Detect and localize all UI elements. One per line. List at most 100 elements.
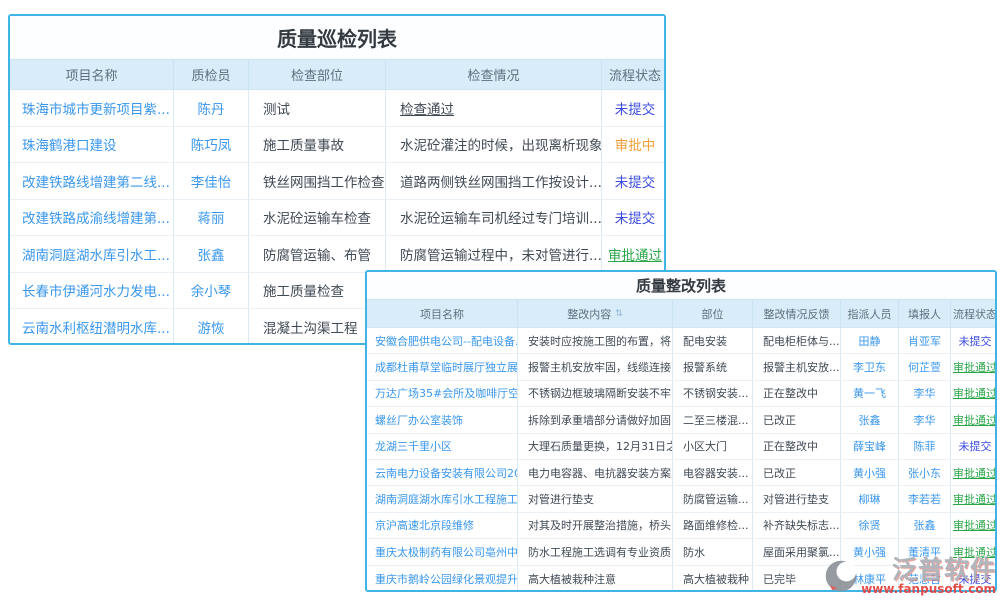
rectification-table: 质量整改列表 项目名称 整改内容 ⇅ 部位整改情况反馈指派人员填报人流程状态 安徽合肥… [365,270,997,592]
assignee-name[interactable]: 黄一飞 [841,381,899,406]
table-row: 云南电力设备安装有限公司20...电力电容器、电抗器安装方案,...电容器安装.… [367,460,995,486]
project-name-link[interactable]: 万达广场35#会所及咖啡厅空... [367,381,518,406]
workflow-status[interactable]: 审批通过 [602,236,666,272]
column-header-part: 部位 [673,300,753,327]
project-name-link[interactable]: 安徽合肥供电公司--配电设备... [367,328,518,353]
column-header-label: 流程状态 [609,65,661,84]
workflow-status[interactable]: 审批通过 [951,513,997,538]
table-row: 珠海市城市更新项目紫...陈丹测试检查通过未提交 [10,90,664,127]
workflow-status[interactable]: 审批通过 [951,460,997,485]
column-header-inspection-part: 检查部位 [249,60,386,89]
inspection-table-title: 质量巡检列表 [10,16,664,60]
inspection-situation[interactable]: 检查通过 [386,90,602,126]
table-row: 改建铁路线增建第二线...李佳怡铁丝网围挡工作检查道路两侧铁丝网围挡工作按设计.… [10,163,664,200]
inspector-name[interactable]: 李佳怡 [174,163,249,199]
table-row: 珠海鹤港口建设陈巧凤施工质量事故水泥砼灌注的时候，出现离析现象审批中 [10,127,664,164]
column-header-label: 检查情况 [467,65,519,84]
workflow-status[interactable]: 审批通过 [951,381,997,406]
table-row: 京沪高速北京段维修对其及时开展整治措施，桥头...路面维修检...补齐缺失标志.… [367,513,995,539]
rectification-content: 报警主机安放牢固，线缆连接... [518,354,673,379]
assignee-name[interactable]: 徐贤 [841,513,899,538]
rectification-content: 对管进行垫支 [518,486,673,511]
project-name-link[interactable]: 云南水利枢纽潜明水库... [10,309,174,345]
feedback: 已改正 [753,460,841,485]
reporter-name[interactable]: 张小东 [899,460,951,485]
feedback: 正在整改中 [753,434,841,459]
inspector-name[interactable]: 游恢 [174,309,249,345]
column-header-label: 整改内容 [567,306,611,322]
project-name-link[interactable]: 云南电力设备安装有限公司20... [367,460,518,485]
rectification-header-row: 项目名称 整改内容 ⇅ 部位整改情况反馈指派人员填报人流程状态 [367,300,995,328]
rectification-content: 拆除到承重墙部分请做好加固... [518,407,673,432]
inspection-header-row: 项目名称质检员检查部位检查情况流程状态 [10,60,664,90]
column-header-label: 项目名称 [420,306,464,322]
column-header-workflow-status: 流程状态 [602,60,666,89]
project-name-link[interactable]: 湖南洞庭湖水库引水工... [10,236,174,272]
part: 路面维修检... [673,513,753,538]
project-name-link[interactable]: 珠海市城市更新项目紫... [10,90,174,126]
project-name-link[interactable]: 成都杜甫草堂临时展厅独立展... [367,354,518,379]
project-name-link[interactable]: 改建铁路成渝线增建第... [10,200,174,236]
fanpu-logo-icon [823,558,859,594]
assignee-name[interactable]: 李卫东 [841,354,899,379]
reporter-name[interactable]: 何芷萱 [899,354,951,379]
column-header-workflow-status: 流程状态 [951,300,997,327]
project-name-link[interactable]: 珠海鹤港口建设 [10,127,174,163]
workflow-status[interactable]: 未提交 [951,328,997,353]
workflow-status[interactable]: 审批通过 [951,407,997,432]
assignee-name[interactable]: 黄小强 [841,460,899,485]
workflow-status[interactable]: 未提交 [602,90,666,126]
column-header-rectification-content: 整改内容 ⇅ [518,300,673,327]
part: 高大植被栽种 [673,566,753,592]
column-header-feedback: 整改情况反馈 [753,300,841,327]
rectification-content: 安装时应按施工图的布置，将... [518,328,673,353]
table-row: 龙湖三千里小区大理石质量更换，12月31日之...小区大门正在整改中薛宝峰陈菲未… [367,434,995,460]
project-name-link[interactable]: 龙湖三千里小区 [367,434,518,459]
project-name-link[interactable]: 京沪高速北京段维修 [367,513,518,538]
project-name-link[interactable]: 改建铁路线增建第二线... [10,163,174,199]
project-name-link[interactable]: 湖南洞庭湖水库引水工程施工I标 [367,486,518,511]
part: 小区大门 [673,434,753,459]
reporter-name[interactable]: 张鑫 [899,513,951,538]
column-header-project-name-link: 项目名称 [367,300,518,327]
column-header-label: 整改情况反馈 [764,306,830,322]
assignee-name[interactable]: 田静 [841,328,899,353]
project-name-link[interactable]: 螺丝厂办公室装饰 [367,407,518,432]
inspection-situation: 道路两侧铁丝网围挡工作按设计... [386,163,602,199]
project-name-link[interactable]: 重庆太极制药有限公司亳州中... [367,539,518,564]
assignee-name[interactable]: 薛宝峰 [841,434,899,459]
feedback: 报警主机安放... [753,354,841,379]
inspector-name[interactable]: 陈巧凤 [174,127,249,163]
workflow-status[interactable]: 未提交 [602,163,666,199]
rectification-content: 防水工程施工选调有专业资质... [518,539,673,564]
reporter-name[interactable]: 肖亚军 [899,328,951,353]
workflow-status[interactable]: 审批中 [602,127,666,163]
inspector-name[interactable]: 余小琴 [174,273,249,309]
column-header-label: 检查部位 [291,65,343,84]
feedback: 对管进行垫支 [753,486,841,511]
reporter-name[interactable]: 李华 [899,381,951,406]
sort-icon[interactable]: ⇅ [615,309,623,319]
reporter-name[interactable]: 陈菲 [899,434,951,459]
assignee-name[interactable]: 柳琳 [841,486,899,511]
reporter-name[interactable]: 李华 [899,407,951,432]
rectification-content: 对其及时开展整治措施，桥头... [518,513,673,538]
workflow-status[interactable]: 审批通过 [951,486,997,511]
inspector-name[interactable]: 张鑫 [174,236,249,272]
feedback: 正在整改中 [753,381,841,406]
inspector-name[interactable]: 蒋丽 [174,200,249,236]
reporter-name[interactable]: 李若若 [899,486,951,511]
project-name-link[interactable]: 长春市伊通河水力发电... [10,273,174,309]
inspector-name[interactable]: 陈丹 [174,90,249,126]
rectification-table-title: 质量整改列表 [367,272,995,300]
project-name-link[interactable]: 重庆市鹅岭公园绿化景观提升... [367,566,518,592]
part: 防水 [673,539,753,564]
workflow-status[interactable]: 未提交 [602,200,666,236]
feedback: 已改正 [753,407,841,432]
column-header-label: 填报人 [908,306,941,322]
workflow-status[interactable]: 审批通过 [951,354,997,379]
rectification-content: 高大植被栽种注意 [518,566,673,592]
workflow-status[interactable]: 未提交 [951,434,997,459]
assignee-name[interactable]: 张鑫 [841,407,899,432]
column-header-assignee-name: 指派人员 [841,300,899,327]
